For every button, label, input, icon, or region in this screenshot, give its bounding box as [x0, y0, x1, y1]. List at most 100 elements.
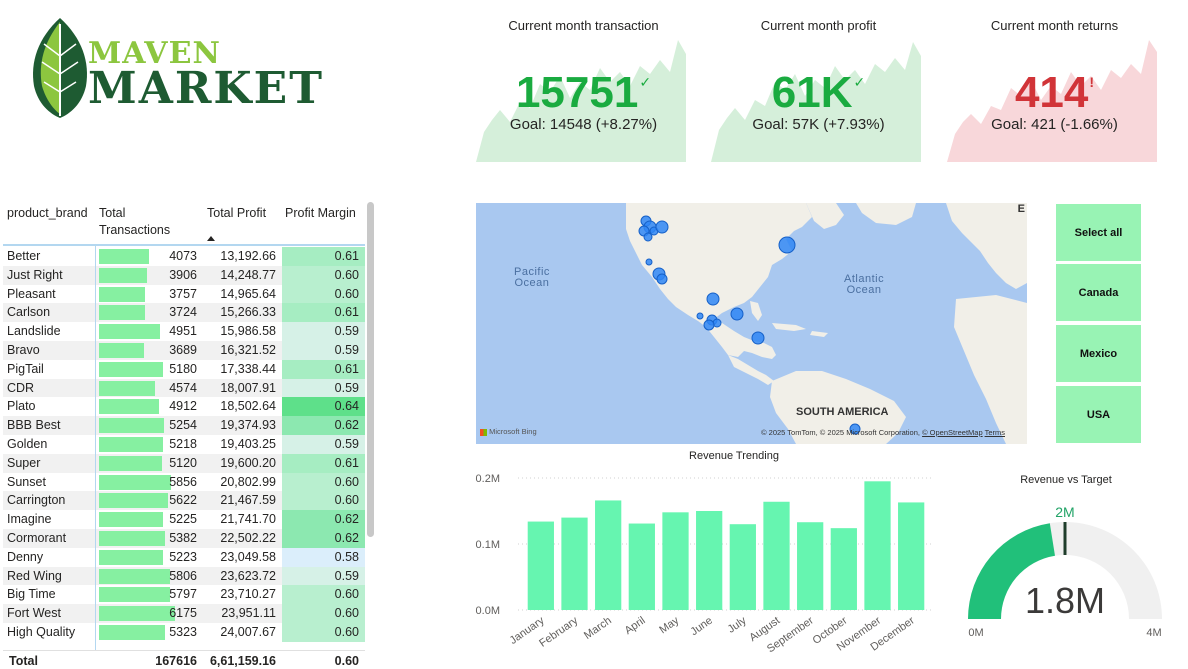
- cell-brand: PigTail: [7, 361, 44, 376]
- total-transactions: 167616: [155, 654, 197, 668]
- table-row[interactable]: Big Time 5797 23,710.27 0.60: [3, 585, 365, 605]
- revenue-bar[interactable]: [864, 481, 891, 610]
- cell-transactions: 4951: [169, 324, 197, 339]
- cell-transactions: 5622: [169, 493, 197, 508]
- cell-brand: Red Wing: [7, 568, 62, 583]
- cell-profit: 20,802.99: [220, 474, 276, 489]
- cell-transactions: 6175: [169, 606, 197, 621]
- kpi-value-number: 15751: [515, 68, 639, 117]
- total-profit: 6,61,159.16: [209, 654, 276, 668]
- slicer-mexico[interactable]: Mexico: [1056, 325, 1141, 382]
- revenue-gauge[interactable]: 2M 1.8M 0M 4M: [960, 495, 1170, 645]
- cell-margin: 0.62: [282, 416, 365, 435]
- kpi-card-returns[interactable]: Current month returns 414! Goal: 421 (-1…: [947, 10, 1162, 162]
- cell-brand: Sunset: [7, 474, 46, 489]
- column-header-margin[interactable]: Profit Margin: [285, 205, 356, 222]
- revenue-bar[interactable]: [797, 522, 824, 610]
- sort-ascending-icon[interactable]: [207, 236, 215, 241]
- cell-margin: 0.59: [282, 378, 365, 398]
- cell-brand: Denny: [7, 549, 44, 564]
- cell-profit: 13,192.66: [220, 249, 276, 263]
- slicer-usa[interactable]: USA: [1056, 386, 1141, 443]
- cell-profit: 24,007.67: [220, 624, 276, 639]
- table-row[interactable]: Denny 5223 23,049.58 0.58: [3, 547, 365, 567]
- revenue-bar[interactable]: [595, 500, 622, 610]
- x-tick-label: July: [726, 614, 749, 635]
- maven-market-logo: MAVEN MARKET: [30, 16, 330, 120]
- revenue-bar[interactable]: [527, 521, 554, 610]
- table-body: Better 4073 13,192.66 0.61 Just Right 3906 14,…: [3, 247, 365, 642]
- revenue-bar[interactable]: [628, 523, 655, 610]
- table-row[interactable]: High Quality 5323 24,007.67 0.60: [3, 622, 365, 642]
- table-row[interactable]: Sunset 5856 20,802.99 0.60: [3, 472, 365, 492]
- revenue-bar[interactable]: [662, 512, 689, 610]
- kpi-goal: Goal: 421 (-1.66%): [991, 116, 1118, 133]
- table-row[interactable]: CDR 4574 18,007.91 0.59: [3, 378, 365, 398]
- cell-profit: 23,623.72: [220, 568, 276, 583]
- cell-brand: Landslide: [7, 324, 61, 339]
- revenue-bar[interactable]: [696, 511, 723, 610]
- table-row[interactable]: Pleasant 3757 14,965.64 0.60: [3, 284, 365, 304]
- revenue-bar[interactable]: [561, 517, 588, 610]
- revenue-bar[interactable]: [898, 502, 925, 610]
- table-row[interactable]: Carlson 3724 15,266.33 0.61: [3, 303, 365, 323]
- table-row[interactable]: Imagine 5225 21,741.70 0.62: [3, 510, 365, 529]
- total-label: Total: [9, 654, 38, 668]
- revenue-trending-chart[interactable]: 0.2M0.1M0.0MJanuaryFebruary March April May…: [470, 462, 940, 669]
- cell-margin: 0.60: [282, 265, 365, 285]
- kpi-goal: Goal: 14548 (+8.27%): [509, 116, 658, 133]
- store-map[interactable]: Pacific Ocean Atlantic Ocean SOUTH AMERI…: [476, 203, 1027, 444]
- cell-margin: 0.59: [282, 322, 365, 341]
- cell-transactions: 5120: [169, 455, 197, 470]
- kpi-card-transactions[interactable]: Current month transaction 15751✓ Goal: 1…: [476, 10, 691, 162]
- kpi-title: Current month profit: [760, 18, 877, 33]
- table-row[interactable]: Carrington 5622 21,467.59 0.60: [3, 491, 365, 511]
- gauge-min-label: 0M: [968, 627, 983, 639]
- table-row[interactable]: Better 4073 13,192.66 0.61: [3, 247, 365, 266]
- slicer-select-all[interactable]: Select all: [1056, 204, 1141, 261]
- column-divider: [95, 246, 96, 669]
- kpi-value-number: 61K: [771, 68, 853, 117]
- cell-transactions: 5323: [169, 624, 197, 639]
- cell-brand: Bravo: [7, 342, 40, 357]
- cell-transactions: 5223: [169, 549, 197, 564]
- table-row[interactable]: Plato 4912 18,502.64 0.64: [3, 397, 365, 417]
- terms-link[interactable]: Terms: [985, 428, 1005, 437]
- column-header-transactions[interactable]: Total Transactions: [99, 205, 179, 239]
- cell-brand: Fort West: [7, 606, 61, 621]
- table-row[interactable]: PigTail 5180 17,338.44 0.61: [3, 359, 365, 379]
- table-row[interactable]: BBB Best 5254 19,374.93 0.62: [3, 416, 365, 435]
- cell-profit: 19,600.20: [220, 455, 276, 470]
- brand-table[interactable]: product_brand Total Transactions Total P…: [3, 200, 375, 669]
- table-row[interactable]: Bravo 3689 16,321.52 0.59: [3, 340, 365, 360]
- table-row[interactable]: Just Right 3906 14,248.77 0.60: [3, 265, 365, 285]
- osm-link[interactable]: © OpenStreetMap: [922, 428, 983, 437]
- table-row[interactable]: Cormorant 5382 22,502.22 0.62: [3, 528, 365, 548]
- check-icon: ✓: [853, 74, 866, 90]
- revenue-bar[interactable]: [729, 524, 756, 610]
- cell-transactions: 5225: [169, 512, 197, 527]
- revenue-bar[interactable]: [830, 528, 857, 610]
- table-scrollbar[interactable]: [367, 202, 374, 537]
- cell-margin: 0.60: [282, 585, 365, 605]
- table-row[interactable]: Golden 5218 19,403.25 0.59: [3, 434, 365, 454]
- kpi-card-profit[interactable]: Current month profit 61K✓ Goal: 57K (+7.…: [711, 10, 926, 162]
- column-header-brand[interactable]: product_brand: [7, 205, 88, 222]
- slicer-canada[interactable]: Canada: [1056, 264, 1141, 321]
- kpi-value: 61K✓: [711, 68, 926, 118]
- cell-transactions: 4574: [169, 380, 197, 395]
- revenue-bar[interactable]: [763, 501, 790, 610]
- column-header-profit[interactable]: Total Profit: [207, 205, 266, 222]
- table-row[interactable]: Super 5120 19,600.20 0.61: [3, 453, 365, 473]
- cell-margin: 0.61: [282, 303, 365, 323]
- x-tick-label: June: [688, 615, 714, 639]
- cell-brand: Big Time: [7, 587, 56, 602]
- cell-profit: 19,374.93: [220, 418, 276, 433]
- table-row[interactable]: Red Wing 5806 23,623.72 0.59: [3, 566, 365, 586]
- gauge-target-label: 2M: [1055, 504, 1074, 520]
- map-label-atlantic: Atlantic Ocean: [844, 273, 885, 296]
- cell-transactions: 3724: [169, 305, 197, 320]
- table-row[interactable]: Fort West 6175 23,951.11 0.60: [3, 604, 365, 623]
- kpi-value: 15751✓: [476, 68, 691, 118]
- table-row[interactable]: Landslide 4951 15,986.58 0.59: [3, 322, 365, 341]
